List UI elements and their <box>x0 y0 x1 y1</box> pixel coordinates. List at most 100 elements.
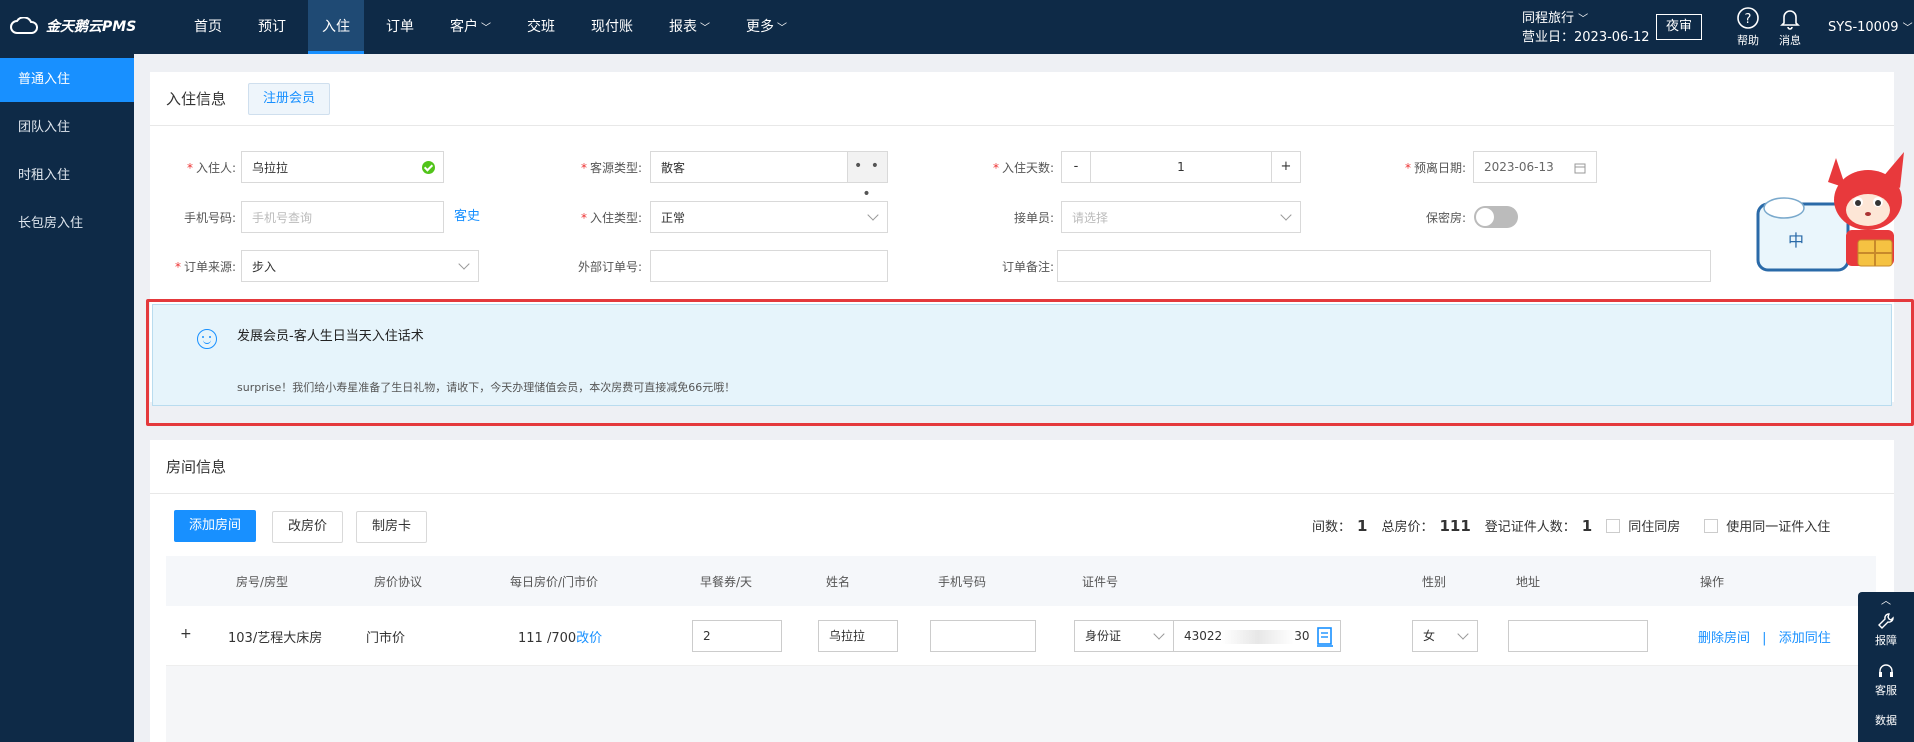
departure-date-label: * 预离日期: <box>1404 160 1466 175</box>
breakfast-input[interactable]: 2 <box>692 620 782 652</box>
night-audit-button[interactable]: 夜审 <box>1656 14 1702 40</box>
checkin-type-select[interactable]: 正常 <box>650 201 888 233</box>
id-number-suffix: 30 <box>1294 629 1310 643</box>
table-row: + 103/艺程大床房 门市价 111 /700改价 2 乌拉拉 身份证 430… <box>166 606 1876 666</box>
price-cell: 111 /700改价 <box>518 627 602 646</box>
logo[interactable]: 金天鹅云PMS <box>10 16 136 36</box>
svg-text:?: ? <box>1745 12 1752 27</box>
table-empty-area <box>166 666 1876 742</box>
id-type-select[interactable]: 身份证 <box>1074 620 1174 652</box>
hotel-selector[interactable]: 同程旅行 ﹀ 营业日：2023-06-12 <box>1522 10 1650 47</box>
sidebar-item-long-stay-checkin[interactable]: 长包房入住 <box>0 202 134 246</box>
sidebar-item-group-checkin[interactable]: 团队入住 <box>0 106 134 150</box>
data-button[interactable]: 数据 <box>1858 712 1914 742</box>
same-room-label: 同住同房 <box>1628 520 1681 535</box>
nav-checkin[interactable]: 入住 <box>308 0 364 54</box>
floating-toolbar: ︿ 报障 客服 数据 <box>1858 592 1914 742</box>
same-id-checkbox[interactable] <box>1704 518 1719 533</box>
headset-icon <box>1879 664 1893 677</box>
days-increment-button[interactable]: + <box>1271 151 1301 183</box>
id-number-masked <box>1222 629 1295 644</box>
col-address: 地址 <box>1516 575 1541 589</box>
stay-days-input[interactable]: 1 <box>1091 151 1271 183</box>
external-order-label: 外部订单号: <box>577 259 642 274</box>
source-type-field: * 客源类型: 散客 • • • <box>566 151 888 202</box>
logo-text: 金天鹅云PMS <box>46 19 137 35</box>
sidebar-item-hourly-checkin[interactable]: 时租入住 <box>0 154 134 198</box>
messages-label: 消息 <box>1779 34 1801 47</box>
user-menu[interactable]: SYS-10009 ﹀ <box>1828 19 1913 35</box>
order-source-field: * 订单来源: 步入 <box>160 250 479 282</box>
external-order-input[interactable] <box>650 250 888 282</box>
more-options-button[interactable]: • • • <box>847 152 887 202</box>
nav-reservation[interactable]: 预订 <box>244 0 300 54</box>
departure-date-field: * 预离日期: 2023-06-13 <box>1386 151 1597 183</box>
gender-select[interactable]: 女 <box>1412 620 1478 652</box>
nav-customers[interactable]: 客户 ﹀ <box>436 0 505 54</box>
guest-input[interactable]: 乌拉拉 <box>241 151 444 183</box>
row-actions: 删除房间 | 添加同住 <box>1698 627 1831 646</box>
register-member-button[interactable]: 注册会员 <box>248 82 331 115</box>
guest-label: * 入住人: <box>186 160 236 175</box>
col-breakfast: 早餐券/天 <box>700 575 753 589</box>
nav-cash-account[interactable]: 现付账 <box>577 0 647 54</box>
id-number-prefix: 43022 <box>1184 629 1223 643</box>
change-price-button[interactable]: 改房价 <box>272 511 344 543</box>
chevron-up-icon[interactable]: ︿ <box>1858 592 1914 612</box>
help-button[interactable]: ? 帮助 <box>1728 6 1768 48</box>
add-room-button[interactable]: 添加房间 <box>174 510 257 542</box>
add-roommate-link[interactable]: 添加同住 <box>1779 631 1831 646</box>
order-source-label-text: 订单来源: <box>183 259 236 274</box>
stay-days-value: 1 <box>1177 160 1185 174</box>
checkin-type-value: 正常 <box>661 210 686 225</box>
receiver-placeholder: 请选择 <box>1072 210 1109 225</box>
nav-reports-label: 报表 <box>669 19 697 35</box>
guest-phone-input[interactable] <box>930 620 1036 652</box>
guest-history-link[interactable]: 客史 <box>454 205 480 224</box>
nav-orders[interactable]: 订单 <box>372 0 428 54</box>
messages-button[interactable]: 消息 <box>1770 6 1810 48</box>
departure-date-input[interactable]: 2023-06-13 <box>1473 151 1597 183</box>
hotel-name: 同程旅行 <box>1522 11 1575 26</box>
col-room: 房号/房型 <box>236 575 289 589</box>
id-count-value: 1 <box>1581 516 1593 535</box>
mascot-illustration[interactable]: 中 <box>1754 148 1914 278</box>
id-number-input[interactable]: 43022 30 <box>1173 620 1341 652</box>
order-source-select[interactable]: 步入 <box>241 250 479 282</box>
expand-row-button[interactable]: + <box>180 626 192 642</box>
delete-room-link[interactable]: 删除房间 <box>1698 631 1750 646</box>
same-id-label: 使用同一证件入住 <box>1726 520 1831 535</box>
receiver-field: 接单员: 请选择 <box>974 201 1301 233</box>
nav-more[interactable]: 更多 ﹀ <box>732 0 801 54</box>
guest-name-input[interactable]: 乌拉拉 <box>818 620 898 652</box>
same-room-checkbox[interactable] <box>1606 518 1621 533</box>
id-card-reader-icon[interactable] <box>1316 627 1334 647</box>
receiver-select[interactable]: 请选择 <box>1061 201 1301 233</box>
main-nav: 首页 预订 入住 订单 客户 ﹀ 交班 现付账 报表 ﹀ 更多 ﹀ <box>180 0 809 54</box>
nav-home-label: 首页 <box>194 19 222 35</box>
days-decrement-button[interactable]: - <box>1061 151 1091 183</box>
room-panel-header: 房间信息 <box>150 440 1894 494</box>
address-input[interactable] <box>1508 620 1648 652</box>
nav-reservation-label: 预订 <box>258 19 286 35</box>
nav-reports[interactable]: 报表 ﹀ <box>655 0 724 54</box>
chevron-down-icon: ﹀ <box>1578 14 1589 25</box>
col-id-number: 证件号 <box>1082 575 1119 589</box>
private-room-toggle[interactable] <box>1474 206 1518 228</box>
stay-days-field: * 入住天数: - 1 + <box>974 151 1301 183</box>
nav-home[interactable]: 首页 <box>180 0 236 54</box>
cloud-logo-icon <box>10 17 38 34</box>
checkin-panel-title: 入住信息 <box>166 90 227 108</box>
source-type-input[interactable]: 散客 • • • <box>650 151 888 202</box>
customer-service-button[interactable]: 客服 <box>1858 662 1914 712</box>
sidebar-item-normal-checkin[interactable]: 普通入住 <box>0 58 134 102</box>
order-note-input[interactable] <box>1057 250 1711 282</box>
report-issue-button[interactable]: 报障 <box>1858 612 1914 662</box>
chevron-down-icon <box>1153 628 1165 640</box>
nav-shift[interactable]: 交班 <box>513 0 569 54</box>
nav-cash-account-label: 现付账 <box>591 19 633 35</box>
make-room-card-button[interactable]: 制房卡 <box>356 511 428 543</box>
modify-price-link[interactable]: 改价 <box>576 631 602 646</box>
phone-input[interactable]: 手机号查询 <box>241 201 444 233</box>
chevron-down-icon <box>1457 628 1469 640</box>
